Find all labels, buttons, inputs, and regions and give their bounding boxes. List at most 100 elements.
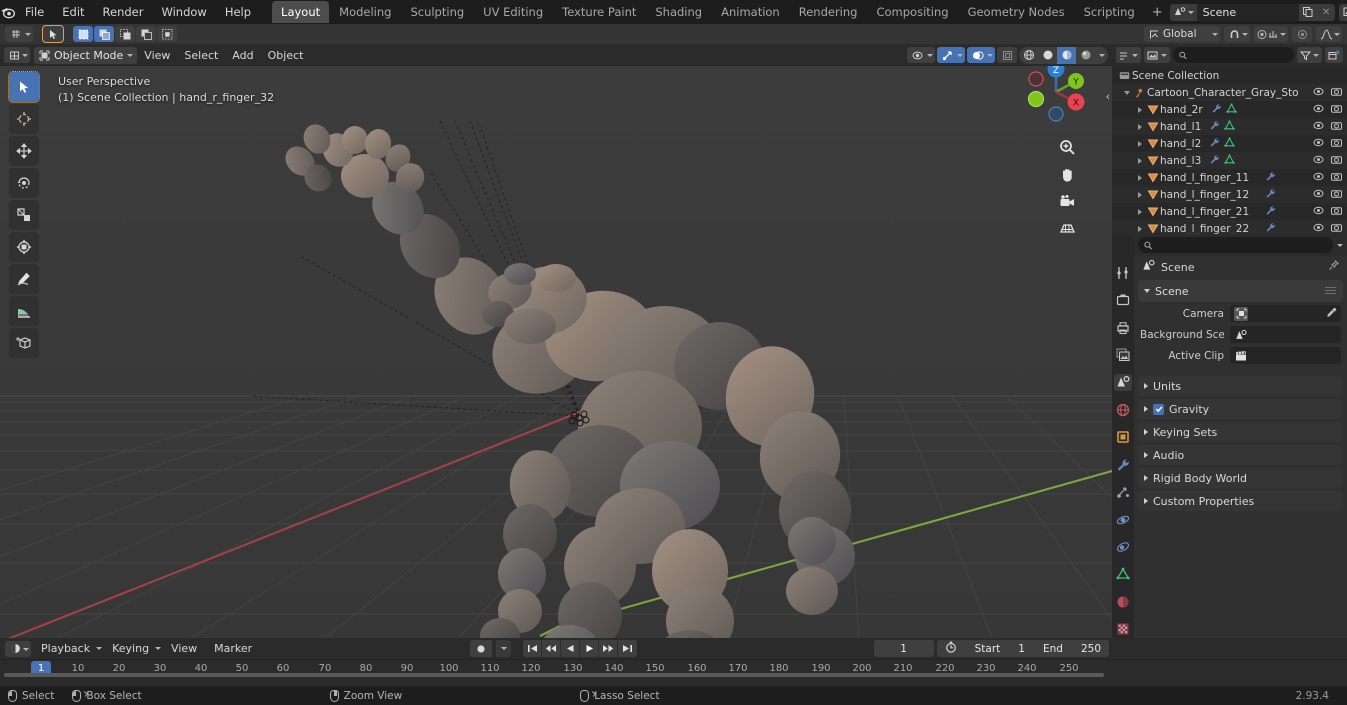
outliner-row-mesh[interactable]: hand_2r	[1112, 101, 1347, 118]
tab-layout[interactable]: Layout	[272, 1, 330, 23]
camera-render-icon[interactable]	[1331, 104, 1342, 116]
disclosure-triangle-icon[interactable]	[1134, 225, 1145, 232]
outliner-row-mesh[interactable]: hand_l_finger_11	[1112, 169, 1347, 186]
shading-solid-button[interactable]	[1038, 47, 1057, 64]
gravity-panel[interactable]: Gravity	[1138, 399, 1343, 419]
disclosure-triangle-icon[interactable]	[1134, 106, 1145, 113]
panel-disclosure-icon[interactable]	[1144, 383, 1148, 389]
active-clip-field[interactable]	[1230, 347, 1341, 364]
viewlayer-icon[interactable]	[1338, 3, 1347, 21]
viewlayer-selector[interactable]: RenderLayer ✕	[1338, 3, 1347, 21]
camera-icon[interactable]	[1056, 190, 1078, 212]
scene-panel-header[interactable]: Scene	[1138, 280, 1343, 302]
viewport-menu-object[interactable]: Object	[261, 47, 311, 64]
proportional-toggle-icon[interactable]	[1292, 26, 1312, 42]
timeline-scrollbar[interactable]	[4, 673, 1104, 677]
new-scene-button[interactable]	[1298, 3, 1318, 21]
outliner-row-mesh[interactable]: hand_l_finger_22	[1112, 220, 1347, 234]
shading-dropdown-icon[interactable]	[1095, 47, 1108, 64]
outliner-row-scene-collection[interactable]: Scene Collection	[1112, 67, 1347, 84]
camera-render-icon[interactable]	[1331, 206, 1342, 218]
timeline-editor-type-icon[interactable]	[5, 640, 31, 657]
proportional-edit-icon[interactable]	[1254, 26, 1288, 42]
object-mode-dropdown[interactable]: Object Mode	[34, 46, 138, 64]
disclosure-triangle-icon[interactable]	[1134, 123, 1145, 130]
add-cube-tool-icon[interactable]	[9, 328, 39, 358]
outliner-row-mesh[interactable]: hand_l1	[1112, 118, 1347, 135]
eye-icon[interactable]	[1313, 206, 1324, 218]
frame-range-fields[interactable]: Start 1 End 250	[936, 640, 1109, 657]
end-frame-value[interactable]: 250	[1081, 643, 1101, 655]
tweak-tool-icon[interactable]	[8, 71, 40, 103]
physics-orbit-icon[interactable]	[1114, 511, 1132, 528]
wrench-icon[interactable]	[1265, 171, 1276, 185]
object-square-icon[interactable]	[1114, 429, 1132, 446]
play-reverse-icon[interactable]	[561, 640, 580, 657]
outliner-new-collection-icon[interactable]	[1325, 47, 1343, 63]
wrench-icon[interactable]	[1209, 137, 1220, 151]
tab-geometry-nodes[interactable]: Geometry Nodes	[959, 1, 1074, 23]
audio-panel[interactable]: Audio	[1138, 445, 1343, 465]
menu-help[interactable]: Help	[216, 2, 260, 22]
wrench-icon[interactable]	[1209, 154, 1220, 168]
rotate-tool-icon[interactable]	[9, 168, 39, 198]
wrench-icon[interactable]	[1265, 222, 1276, 235]
disclosure-triangle-icon[interactable]	[1121, 90, 1132, 95]
tab-sculpting[interactable]: Sculpting	[401, 1, 473, 23]
tab-compositing[interactable]: Compositing	[867, 1, 957, 23]
material-sphere-icon[interactable]	[1114, 593, 1132, 610]
outliner-row-armature[interactable]: Cartoon_Character_Gray_Sto	[1112, 84, 1347, 101]
scene-selector[interactable]: Scene ✕	[1169, 3, 1335, 21]
camera-render-icon[interactable]	[1331, 87, 1342, 99]
mesh-data-icon[interactable]	[1224, 153, 1235, 168]
timeline-menu-playback[interactable]: Playback	[34, 640, 97, 657]
transform-tool-icon[interactable]	[9, 232, 39, 262]
viewport-3d[interactable]: Object Mode View Select Add Object User …	[0, 44, 1112, 638]
gizmo-toggle-icon[interactable]	[937, 47, 965, 63]
camera-render-icon[interactable]	[1331, 138, 1342, 150]
panel-disclosure-icon[interactable]	[1144, 452, 1148, 458]
outliner-filter-icon[interactable]	[1297, 47, 1322, 63]
outliner-row-mesh[interactable]: hand_l_finger_12	[1112, 186, 1347, 203]
zoom-icon[interactable]	[1056, 136, 1078, 158]
viewport-menu-view[interactable]: View	[137, 47, 177, 64]
select-mode-subtract-icon[interactable]	[115, 26, 135, 42]
menu-edit[interactable]: Edit	[53, 2, 93, 22]
gravity-checkbox[interactable]	[1153, 403, 1164, 415]
scene-name[interactable]: Scene	[1196, 3, 1299, 21]
viewport-editor-type-icon[interactable]	[4, 47, 30, 63]
tool-icon[interactable]	[1114, 264, 1132, 281]
eye-icon[interactable]	[1313, 155, 1324, 167]
move-tool-icon[interactable]	[9, 136, 39, 166]
images-icon[interactable]	[1114, 346, 1132, 363]
tab-scripting[interactable]: Scripting	[1075, 1, 1144, 23]
blender-logo-icon[interactable]	[0, 0, 16, 24]
custom-properties-panel[interactable]: Custom Properties	[1138, 491, 1343, 511]
timeline-menu-marker[interactable]: Marker	[207, 640, 259, 657]
disclosure-triangle-icon[interactable]	[1134, 208, 1145, 215]
tab-rendering[interactable]: Rendering	[790, 1, 867, 23]
menu-render[interactable]: Render	[94, 2, 153, 22]
auto-keyframe-dropdown[interactable]	[496, 640, 511, 657]
viewport-canvas[interactable]	[0, 66, 1112, 638]
chevron-down-icon[interactable]	[1337, 243, 1343, 247]
select-mode-invert-icon[interactable]	[136, 26, 156, 42]
visibility-eye-icon[interactable]	[907, 47, 935, 63]
disclosure-triangle-icon[interactable]	[1134, 191, 1145, 198]
eye-icon[interactable]	[1313, 87, 1324, 99]
eye-icon[interactable]	[1313, 138, 1324, 150]
wrench-icon[interactable]	[1265, 205, 1276, 219]
disclosure-triangle-icon[interactable]	[1134, 157, 1145, 164]
camera-field[interactable]	[1230, 305, 1341, 322]
keying-sets-panel[interactable]: Keying Sets	[1138, 422, 1343, 442]
mesh-data-icon[interactable]	[1224, 136, 1235, 151]
timeline-ruler[interactable]: 1 10 20 30 40 50 60 70 80 90 100 110 120…	[0, 659, 1347, 679]
eye-icon[interactable]	[1313, 189, 1324, 201]
wrench-icon[interactable]	[1114, 456, 1132, 473]
tab-shading[interactable]: Shading	[646, 1, 711, 23]
eyedropper-icon[interactable]	[1326, 307, 1337, 321]
viewport-menu-add[interactable]: Add	[225, 47, 260, 64]
menu-window[interactable]: Window	[152, 2, 215, 22]
printer-icon[interactable]	[1114, 319, 1132, 336]
wrench-icon[interactable]	[1211, 103, 1222, 117]
